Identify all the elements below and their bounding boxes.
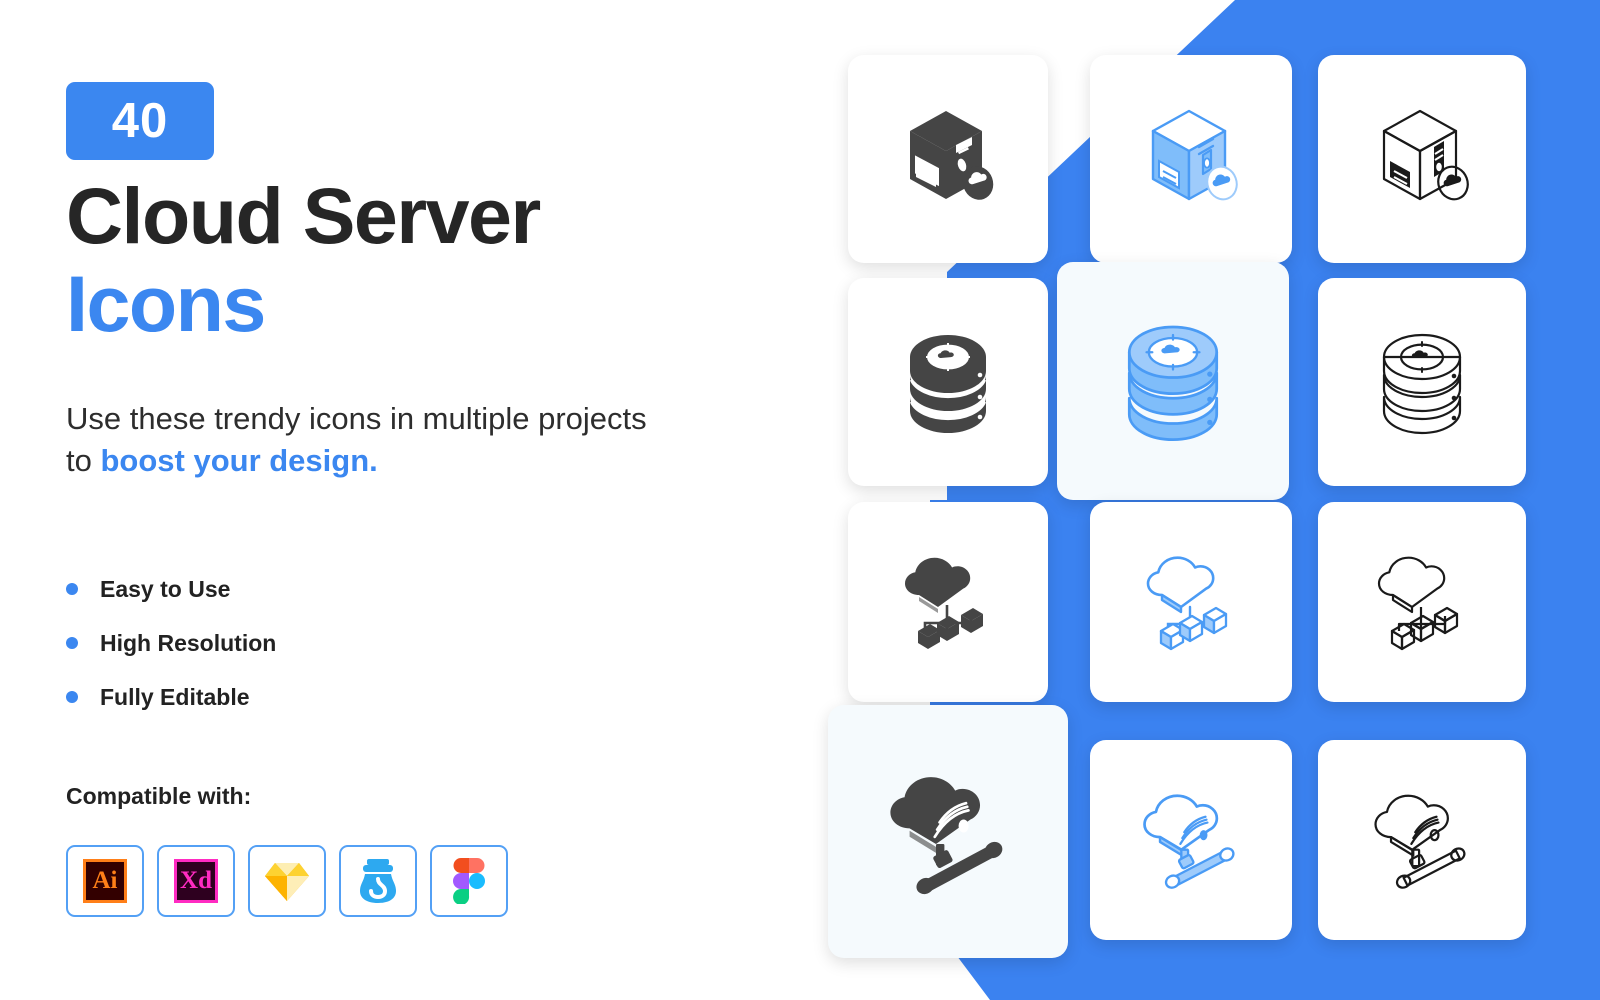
cloud-signal-connector-glyph-icon	[890, 776, 1003, 894]
icon-card-database-cloud-flat[interactable]	[1057, 262, 1289, 500]
iconjar-jar-icon	[360, 859, 396, 903]
compat-app-iconjar[interactable]	[339, 845, 417, 917]
icon-card-cloud-network-glyph[interactable]	[848, 502, 1048, 702]
feature-list: Easy to Use High Resolution Fully Editab…	[66, 562, 546, 724]
feature-label: Fully Editable	[100, 683, 250, 710]
cloud-network-nodes-flat-icon	[1146, 556, 1228, 651]
page-title: Cloud Server Icons	[66, 171, 726, 348]
compatible-apps-row: Ai Xd	[66, 845, 508, 917]
bullet-dot-icon	[66, 691, 78, 703]
compat-app-figma[interactable]	[430, 845, 508, 917]
database-stack-cloud-flat-icon	[1127, 325, 1219, 441]
feature-label: High Resolution	[100, 629, 277, 656]
icon-card-database-cloud-glyph[interactable]	[848, 278, 1048, 486]
icon-card-cloud-connection-glyph[interactable]	[828, 705, 1068, 958]
bullet-dot-icon	[66, 583, 78, 595]
figma-icon	[453, 858, 485, 904]
feature-label: Easy to Use	[100, 575, 231, 602]
left-info-panel: 40 Cloud Server Icons Use these trendy i…	[66, 0, 746, 1000]
adobe-illustrator-icon: Ai	[83, 859, 127, 903]
icon-card-cloud-network-line[interactable]	[1318, 502, 1526, 702]
list-item: Easy to Use	[66, 562, 546, 616]
list-item: High Resolution	[66, 616, 546, 670]
icon-card-cloud-connection-line[interactable]	[1318, 740, 1526, 940]
title-line-primary: Cloud Server	[66, 171, 541, 260]
compat-app-sketch[interactable]	[248, 845, 326, 917]
icon-count-badge: 40	[66, 82, 214, 160]
icon-card-database-cloud-line[interactable]	[1318, 278, 1526, 486]
cloud-network-nodes-line-icon	[1377, 556, 1459, 651]
compat-app-adobe-xd[interactable]: Xd	[157, 845, 235, 917]
compatible-with-heading: Compatible with:	[66, 783, 252, 809]
poster-canvas: 40 Cloud Server Icons Use these trendy i…	[0, 0, 1600, 1000]
icon-card-server-cloud-glyph[interactable]	[848, 55, 1048, 263]
server-tower-cloud-line-icon	[1382, 109, 1469, 201]
database-stack-cloud-glyph-icon	[909, 335, 987, 433]
compat-app-adobe-illustrator[interactable]: Ai	[66, 845, 144, 917]
icon-card-cloud-connection-flat[interactable]	[1090, 740, 1292, 940]
server-tower-cloud-glyph-icon	[910, 111, 994, 200]
server-tower-cloud-flat-icon	[1151, 109, 1238, 201]
subtitle-text: Use these trendy icons in multiple proje…	[66, 398, 666, 482]
subtitle-accent: boost your design.	[100, 442, 378, 478]
adobe-xd-icon: Xd	[174, 859, 218, 903]
cloud-signal-connector-flat-icon	[1143, 794, 1235, 889]
icon-card-cloud-network-flat[interactable]	[1090, 502, 1292, 702]
cloud-signal-connector-line-icon	[1374, 794, 1466, 889]
icon-card-server-cloud-flat[interactable]	[1090, 55, 1292, 263]
icon-count-value: 40	[111, 94, 169, 148]
title-line-secondary: Icons	[66, 258, 266, 348]
bullet-dot-icon	[66, 637, 78, 649]
sketch-diamond-icon	[265, 863, 309, 901]
database-stack-cloud-line-icon	[1382, 333, 1462, 435]
icon-card-server-cloud-line[interactable]	[1318, 55, 1526, 263]
cloud-network-nodes-glyph-icon	[905, 557, 983, 649]
list-item: Fully Editable	[66, 670, 546, 724]
